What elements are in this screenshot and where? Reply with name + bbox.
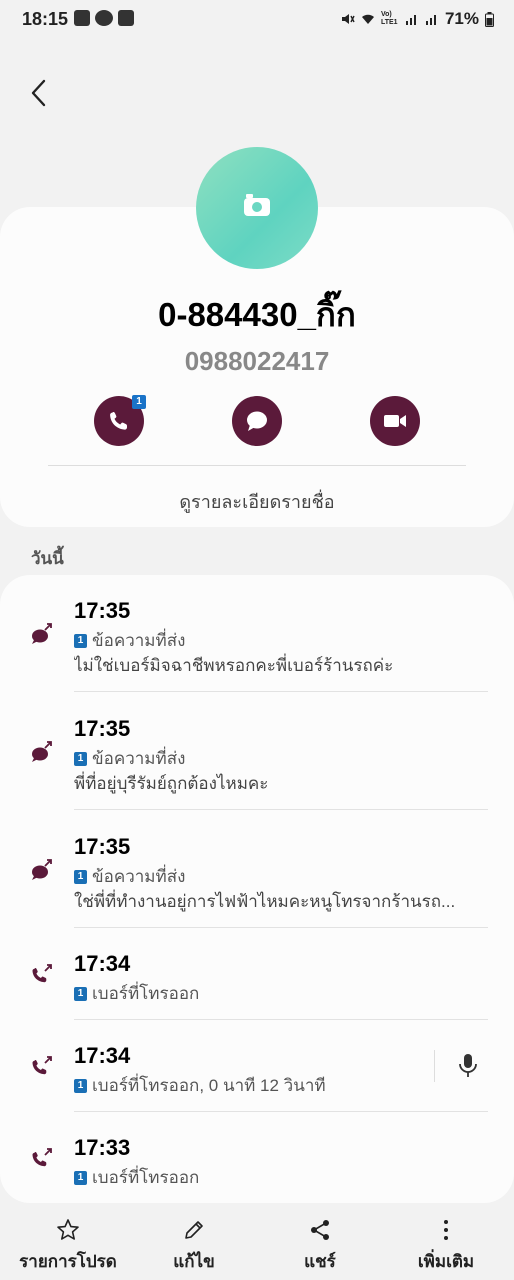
history-type: 1 เบอร์ที่โทรออก	[74, 980, 199, 1007]
camera-icon	[244, 194, 270, 216]
history-time: 17:35	[74, 834, 131, 859]
more-label: เพิ่มเติม	[417, 1252, 475, 1271]
video-camera-icon	[384, 415, 406, 427]
history-row[interactable]: 17:34 1 เบอร์ที่โทรออก, 0 นาที 12 วินาที	[0, 1036, 514, 1111]
microphone-icon[interactable]	[456, 1053, 480, 1079]
wifi-icon	[361, 14, 374, 24]
signal-icon-2	[425, 15, 436, 25]
contact-name: 0-884430_กิ๊ก	[158, 296, 356, 333]
sim-badge: 1	[74, 1170, 87, 1185]
row-divider	[74, 691, 488, 692]
video-call-button[interactable]	[370, 396, 420, 446]
favorites-button[interactable]: รายการโปรด	[4, 1210, 132, 1280]
history-row[interactable]: 17:35 1 ข้อความที่ส่ง ใช่พี่ที่ทำงานอยู่ก…	[0, 826, 514, 926]
bottom-action-bar: รายการโปรด แก้ไข แชร์ เพิ่มเติม	[0, 1210, 514, 1280]
battery-icon	[485, 11, 494, 27]
signal-icon	[405, 15, 416, 25]
outgoing-call-icon	[32, 964, 52, 983]
sim-badge: 1	[132, 395, 146, 409]
history-row[interactable]: 17:33 1 เบอร์ที่โทรออก	[0, 1128, 514, 1198]
history-message: พี่ที่อยู่บุรีรัมย์ถูกต้องไหมคะ	[74, 774, 269, 793]
history-type: 1 ข้อความที่ส่ง	[74, 863, 185, 890]
sim-badge: 1	[74, 751, 87, 766]
message-button[interactable]	[232, 396, 282, 446]
row-divider	[74, 809, 488, 810]
sim-badge: 1	[74, 986, 87, 1001]
history-type-label: ข้อความที่ส่ง	[92, 631, 186, 650]
history-type: 1 ข้อความที่ส่ง	[74, 627, 185, 654]
star-icon	[57, 1219, 79, 1240]
sent-message-icon	[32, 859, 52, 880]
outgoing-call-icon	[32, 1056, 52, 1075]
network-label: Vo) LTE1	[380, 11, 398, 26]
edit-label: แก้ไข	[173, 1252, 215, 1271]
section-label-today: วันนี้	[31, 549, 64, 568]
message-icon	[247, 411, 267, 431]
history-type: 1 เบอร์ที่โทรออก	[74, 1164, 199, 1191]
row-divider	[74, 927, 488, 928]
sim-badge: 1	[74, 869, 87, 884]
contact-avatar[interactable]	[196, 147, 318, 269]
history-type-label: ข้อความที่ส่ง	[92, 749, 186, 768]
notification-icons	[74, 10, 134, 26]
pencil-icon	[185, 1221, 203, 1239]
mute-icon	[341, 14, 355, 24]
back-button[interactable]	[24, 76, 58, 110]
cast-icon	[118, 10, 134, 26]
history-type: 1 ข้อความที่ส่ง	[74, 745, 185, 772]
history-row[interactable]: 17:35 1 ข้อความที่ส่ง ไม่ใช่เบอร์มิจฉาชีพ…	[0, 590, 514, 690]
history-time: 17:35	[74, 598, 131, 623]
edit-button[interactable]: แก้ไข	[130, 1210, 258, 1280]
share-label: แชร์	[304, 1252, 336, 1271]
status-bar: 18:15 Vo) LTE1 71%	[0, 0, 514, 40]
more-vertical-icon	[444, 1220, 448, 1240]
row-divider	[74, 1019, 488, 1020]
status-time: 18:15	[22, 9, 69, 29]
favorites-label: รายการโปรด	[19, 1252, 117, 1271]
history-time: 17:35	[74, 716, 131, 741]
row-divider	[74, 1111, 488, 1112]
history-message: ไม่ใช่เบอร์มิจฉาชีพหรอกคะพี่เบอร์ร้านรถค…	[74, 656, 394, 675]
contact-phone-number: 0988022417	[184, 346, 330, 376]
view-contact-details-link[interactable]: ดูรายละเอียดรายชื่อ	[0, 487, 514, 516]
divider	[48, 465, 466, 466]
share-icon	[311, 1220, 329, 1240]
call-button[interactable]: 1	[94, 395, 146, 446]
share-button[interactable]: แชร์	[256, 1210, 384, 1280]
history-type-label: เบอร์ที่โทรออก	[92, 984, 200, 1003]
outgoing-call-icon	[32, 1148, 52, 1167]
history-type: 1 เบอร์ที่โทรออก, 0 นาที 12 วินาที	[74, 1072, 326, 1099]
sent-message-icon	[32, 741, 52, 762]
history-row[interactable]: 17:34 1 เบอร์ที่โทรออก	[0, 944, 514, 1019]
phone-icon	[110, 412, 127, 430]
history-type-label: เบอร์ที่โทรออก	[92, 1168, 200, 1187]
more-options-button[interactable]: เพิ่มเติม	[382, 1210, 510, 1280]
mic-separator	[434, 1050, 435, 1082]
history-message: ใช่พี่ที่ทำงานอยู่การไฟฟ้าไหมคะหนูโทรจาก…	[74, 892, 456, 911]
sent-message-icon	[32, 623, 52, 644]
battery-percent: 71%	[444, 9, 479, 28]
history-type-label: ข้อความที่ส่ง	[92, 867, 186, 886]
system-indicators: Vo) LTE1 71%	[341, 9, 494, 29]
history-type-label: เบอร์ที่โทรออก, 0 นาที 12 วินาที	[92, 1076, 326, 1095]
line-app-icon	[95, 10, 113, 26]
history-time: 17:33	[74, 1135, 131, 1160]
sim-badge: 1	[74, 633, 87, 648]
history-time: 17:34	[74, 951, 131, 976]
history-row[interactable]: 17:35 1 ข้อความที่ส่ง พี่ที่อยู่บุรีรัมย์…	[0, 708, 514, 808]
history-time: 17:34	[74, 1043, 131, 1068]
gallery-icon	[74, 10, 90, 26]
sim-badge: 1	[74, 1078, 87, 1093]
